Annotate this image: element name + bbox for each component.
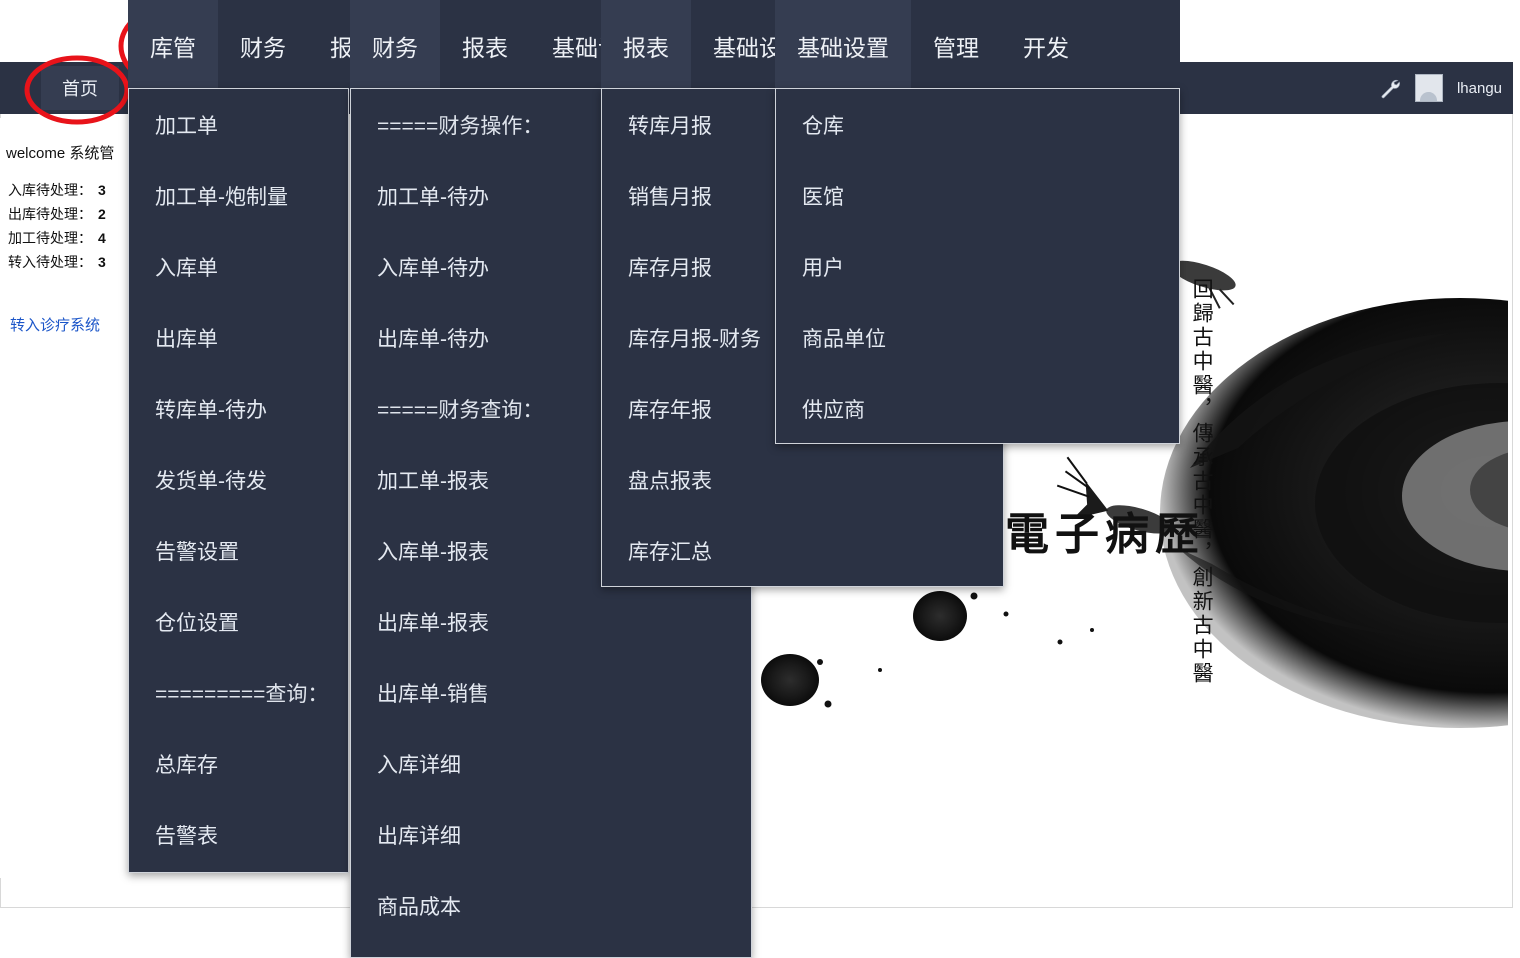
dropdown-item-caiwu-8[interactable]: 出库单-销售 (351, 657, 751, 728)
dropdown-item-kuguan-5[interactable]: 发货单-待发 (129, 444, 348, 515)
dropdown-item-caiwu-9[interactable]: 入库详细 (351, 728, 751, 799)
menu-layer: 库管财务报表基础设置管理开发 加工单加工单-炮制量入库单出库单转库单-待办发货单… (0, 0, 1520, 958)
dropdown-item-kuguan-3[interactable]: 出库单 (129, 302, 348, 373)
dropdown-item-jichu-1[interactable]: 医馆 (776, 160, 1179, 231)
dropdown-item-baobiao-5[interactable]: 盘点报表 (602, 444, 1003, 515)
dropdown-item-caiwu-7[interactable]: 出库单-报表 (351, 586, 751, 657)
menu-item-0[interactable]: 库管 (128, 0, 218, 92)
dropdown-item-kuguan-1[interactable]: 加工单-炮制量 (129, 160, 348, 231)
menu-item-0[interactable]: 基础设置 (775, 0, 911, 92)
dropdown-item-jichu-4[interactable]: 供应商 (776, 373, 1179, 443)
dropdown-item-jichu-2[interactable]: 用户 (776, 231, 1179, 302)
menu-item-1[interactable]: 管理 (911, 0, 1001, 92)
dropdown-item-kuguan-0[interactable]: 加工单 (129, 89, 348, 160)
dropdown-item-jichu-3[interactable]: 商品单位 (776, 302, 1179, 373)
dropdown-item-kuguan-4[interactable]: 转库单-待办 (129, 373, 348, 444)
dropdown-jichu[interactable]: 仓库 医馆 用户 商品单位 供应商 (775, 88, 1180, 444)
menu-item-1[interactable]: 财务 (218, 0, 308, 92)
dropdown-item-caiwu-10[interactable]: 出库详细 (351, 799, 751, 870)
dropdown-item-kuguan-8: =========查询： (155, 682, 329, 706)
dropdown-item-baobiao-6[interactable]: 库存汇总 (602, 515, 1003, 586)
menu-item-2[interactable]: 开发 (1001, 0, 1091, 92)
dropdown-item-jichu-0[interactable]: 仓库 (776, 89, 1179, 160)
menu-item-1[interactable]: 报表 (440, 0, 530, 92)
dropdown-item-caiwu-11[interactable]: 商品成本 (351, 870, 751, 941)
menu-item-0[interactable]: 报表 (601, 0, 691, 92)
dropdown-item-kuguan-7[interactable]: 仓位设置 (129, 586, 348, 657)
menubar-jichu: 基础设置 管理 开发 (775, 0, 1180, 92)
dropdown-item-kuguan-2[interactable]: 入库单 (129, 231, 348, 302)
dropdown-item-kuguan-10[interactable]: 告警表 (129, 799, 348, 870)
dropdown-item-kuguan-6[interactable]: 告警设置 (129, 515, 348, 586)
menu-item-0[interactable]: 财务 (350, 0, 440, 92)
application-root: 首页 lhangu welcome 系统管 入库待处理： 3 出库待处理： 2 加工待处… (0, 0, 1520, 958)
dropdown-kuguan[interactable]: 加工单 加工单-炮制量 入库单 出库单 转库单-待办 发货单-待发 告警设置 仓位设置 ====… (128, 88, 349, 873)
dropdown-item-kuguan-9[interactable]: 总库存 (129, 728, 348, 799)
